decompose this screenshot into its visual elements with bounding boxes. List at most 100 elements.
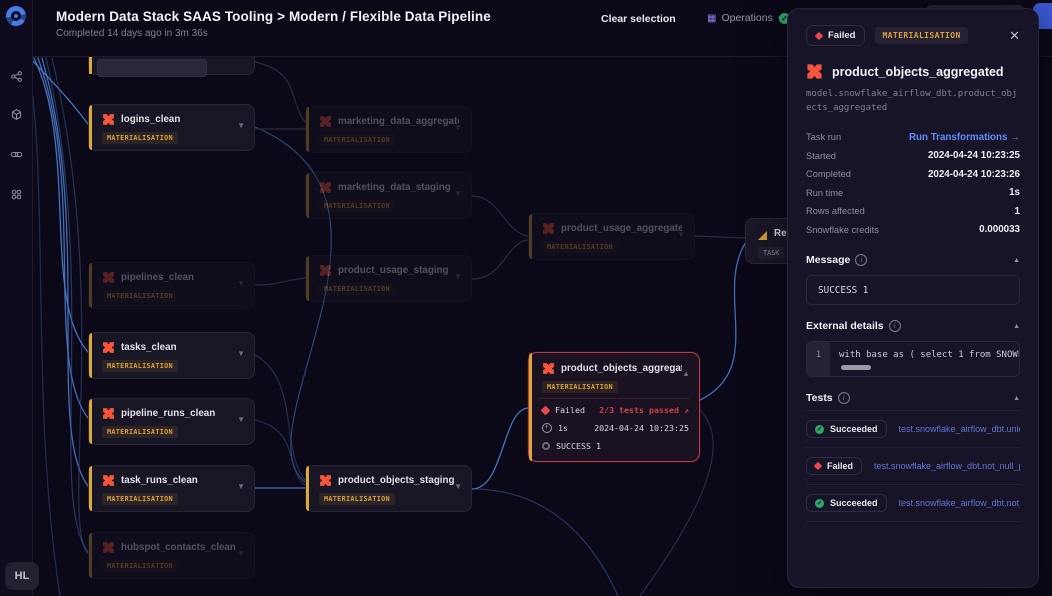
node-timestamp: 2024-04-24 10:23:25 <box>594 423 689 433</box>
model-path: model.snowflake_airflow_dbt.product_obje… <box>806 88 1020 115</box>
dbt-icon <box>806 63 823 80</box>
node-title: pipelines_clean <box>121 272 194 283</box>
tests-heading: Tests <box>806 392 833 404</box>
materialisation-badge: MATERIALISATION <box>102 493 178 505</box>
dbt-icon <box>542 362 555 375</box>
app-logo-icon[interactable] <box>6 6 26 26</box>
test-status-label: Failed <box>827 461 853 471</box>
materialisation-badge: MATERIALISATION <box>319 134 395 146</box>
cube-icon[interactable] <box>10 108 23 121</box>
dbt-icon <box>102 341 115 354</box>
field-label: Task run <box>806 132 841 142</box>
chevron-down-icon[interactable]: ▼ <box>454 189 462 198</box>
code-block: 1 with base as ( select 1 from SNOWFLAKE <box>806 341 1020 377</box>
status-badge: Failed <box>806 25 865 46</box>
failed-diamond-icon <box>815 31 823 39</box>
succeeded-check-icon: ✓ <box>815 425 824 434</box>
collapse-icon[interactable]: ▲ <box>1013 257 1020 264</box>
test-status-badge: ✓ Succeeded <box>806 494 887 512</box>
info-icon[interactable]: i <box>838 392 850 404</box>
node-title: product_usage_staging <box>338 265 449 276</box>
chevron-down-icon[interactable]: ▼ <box>237 121 245 130</box>
test-link[interactable]: test.snowflake_airflow_dbt.not_null_pr <box>874 461 1020 471</box>
node-product-usage-aggregated[interactable]: product_usage_aggregated ▼ MATERIALISATI… <box>528 213 695 260</box>
field-value: 0.000033 <box>979 224 1020 235</box>
field-value: 1s <box>1009 187 1020 198</box>
info-icon[interactable]: i <box>889 320 901 332</box>
node-title: tasks_clean <box>121 342 177 353</box>
node-accent-bar <box>306 466 309 511</box>
node-title: product_usage_aggregated <box>561 223 682 234</box>
node-status: Failed <box>555 405 585 415</box>
chevron-down-icon[interactable]: ▼ <box>677 230 685 239</box>
materialisation-badge: MATERIALISATION <box>102 426 178 438</box>
node-accent-bar <box>89 105 92 150</box>
dbt-icon <box>542 222 555 235</box>
chevron-down-icon[interactable]: ▼ <box>237 415 245 424</box>
chevron-down-icon[interactable]: ▼ <box>454 123 462 132</box>
test-row: ✓ Succeeded test.snowflake_airflow_dbt.n… <box>806 485 1020 522</box>
node-pipelines-clean[interactable]: pipelines_clean ▼ MATERIALISATION <box>88 262 255 309</box>
dbt-icon <box>319 115 332 128</box>
user-avatar[interactable]: HL <box>5 562 39 590</box>
node-title: hubspot_contacts_clean <box>121 542 236 553</box>
node-task-runs-clean[interactable]: task_runs_clean ▼ MATERIALISATION <box>88 465 255 512</box>
external-details-heading: External details <box>806 320 884 332</box>
operations-label: Operations <box>721 12 772 24</box>
node-accent-bar <box>89 399 92 444</box>
node-product-usage-staging[interactable]: product_usage_staging ▼ MATERIALISATION <box>305 255 472 302</box>
close-icon[interactable]: ✕ <box>1009 29 1020 42</box>
node-title: marketing_data_aggregated <box>338 116 459 127</box>
node-title: pipeline_runs_clean <box>121 408 215 419</box>
node-pipeline-runs-clean[interactable]: pipeline_runs_clean ▼ MATERIALISATION <box>88 398 255 445</box>
tests-summary-link[interactable]: 2/3 tests passed ↗ <box>599 405 689 415</box>
node-accent-bar <box>89 56 92 74</box>
clipped-node[interactable] <box>88 56 255 75</box>
field-label: Snowflake credits <box>806 225 879 235</box>
node-accent-bar <box>89 333 92 378</box>
collapse-icon[interactable]: ▲ <box>1013 395 1020 402</box>
chevron-down-icon[interactable]: ▼ <box>454 272 462 281</box>
chevron-down-icon[interactable]: ▼ <box>237 279 245 288</box>
materialisation-badge: MATERIALISATION <box>319 200 395 212</box>
task-run-link[interactable]: Run Transformations → <box>909 132 1020 143</box>
node-duration: 1s <box>558 423 568 433</box>
chevron-down-icon[interactable]: ▼ <box>237 349 245 358</box>
chevron-down-icon[interactable]: ▼ <box>237 549 245 558</box>
field-label: Run time <box>806 188 843 198</box>
materialisation-badge: MATERIALISATION <box>102 132 178 144</box>
node-logins-clean[interactable]: logins_clean ▼ MATERIALISATION <box>88 104 255 151</box>
chevron-up-icon[interactable]: ▲ <box>682 369 690 378</box>
materialisation-badge: MATERIALISATION <box>102 360 178 372</box>
node-product-objects-aggregated-selected[interactable]: product_objects_aggregated ▲ MATERIALISA… <box>528 352 700 462</box>
node-product-objects-staging[interactable]: product_objects_staging ▼ MATERIALISATIO… <box>305 465 472 512</box>
chevron-down-icon[interactable]: ▼ <box>237 482 245 491</box>
detail-panel: Failed MATERIALISATION ✕ product_objects… <box>787 8 1039 588</box>
collapse-icon[interactable]: ▲ <box>1013 323 1020 330</box>
message-section: Message i ▲ SUCCESS 1 <box>806 254 1020 305</box>
test-status-label: Succeeded <box>830 498 878 508</box>
test-status-badge: Failed <box>806 457 862 475</box>
node-marketing-data-aggregated[interactable]: marketing_data_aggregated ▼ MATERIALISAT… <box>305 106 472 153</box>
chevron-down-icon[interactable]: ▼ <box>454 482 462 491</box>
link-icon[interactable] <box>10 148 23 161</box>
integrations-icon[interactable] <box>10 188 23 201</box>
run-status-subtitle: Completed 14 days ago in 3m 36s <box>56 28 208 39</box>
node-tasks-clean[interactable]: tasks_clean ▼ MATERIALISATION <box>88 332 255 379</box>
materialisation-badge: MATERIALISATION <box>319 493 395 505</box>
node-marketing-data-staging[interactable]: marketing_data_staging ▼ MATERIALISATION <box>305 172 472 219</box>
node-title: marketing_data_staging <box>338 182 451 193</box>
code-line: with base as ( select 1 from SNOWFLAKE <box>839 350 1019 360</box>
clear-selection-button[interactable]: Clear selection <box>601 13 676 25</box>
test-link[interactable]: test.snowflake_airflow_dbt.unique_pro <box>899 424 1020 434</box>
left-sidebar <box>0 0 33 596</box>
failed-diamond-icon <box>541 405 551 415</box>
info-icon[interactable]: i <box>855 254 867 266</box>
node-hubspot-contacts-clean[interactable]: hubspot_contacts_clean ▼ MATERIALISATION <box>88 532 255 579</box>
test-link[interactable]: test.snowflake_airflow_dbt.not_null_pr <box>899 498 1020 508</box>
failed-diamond-icon <box>814 462 822 470</box>
external-details-section: External details i ▲ 1 with base as ( se… <box>806 320 1020 377</box>
dag-graph-icon[interactable] <box>10 70 23 83</box>
horizontal-scrollbar[interactable] <box>841 365 871 370</box>
dbt-icon <box>319 474 332 487</box>
